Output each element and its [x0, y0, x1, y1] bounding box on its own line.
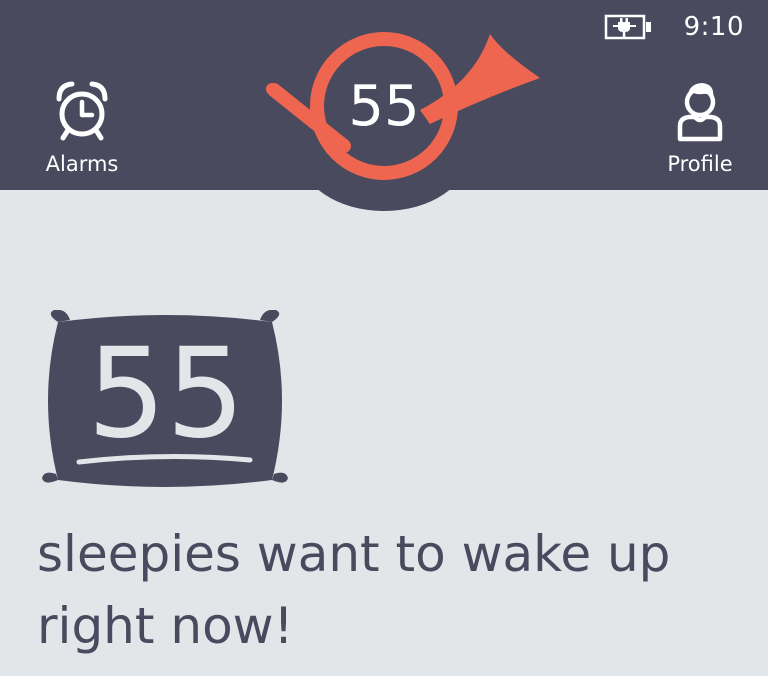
alarms-button[interactable]: Alarms	[27, 80, 137, 176]
status-bar: 9:10	[604, 10, 744, 44]
alarm-clock-icon	[53, 80, 111, 146]
status-time: 9:10	[683, 12, 744, 42]
sleepies-count: 55	[87, 322, 245, 466]
header-badge-count: 55	[348, 74, 420, 139]
battery-charging-icon	[604, 13, 654, 41]
profile-label: Profile	[667, 152, 733, 176]
alarms-label: Alarms	[45, 152, 119, 176]
profile-button[interactable]: Profile	[645, 80, 755, 176]
sleepies-message: sleepies want to wake up right now!	[37, 525, 671, 655]
person-icon	[677, 80, 723, 146]
